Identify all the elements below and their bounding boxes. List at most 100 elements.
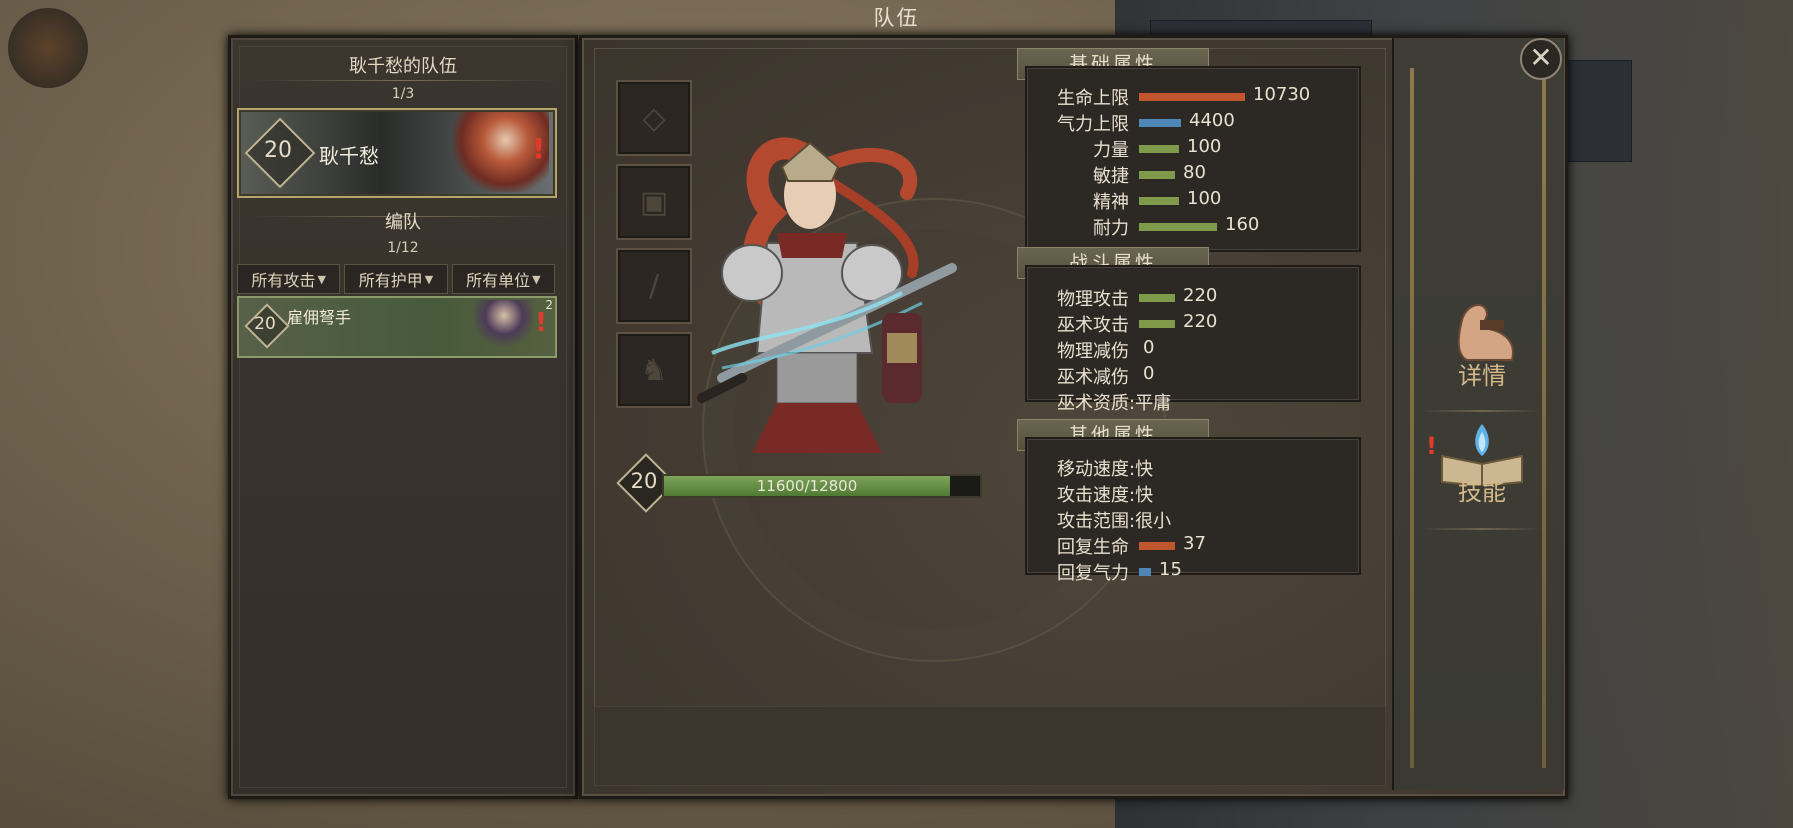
details-label: 详情: [1458, 362, 1506, 390]
team-count: 1/3: [391, 86, 415, 102]
equip-slot-helmet[interactable]: ◇: [616, 80, 692, 156]
filter-unit-label: 所有单位: [466, 271, 531, 290]
unit-alert-icon: !: [535, 308, 547, 338]
stat-value: 0: [1143, 337, 1155, 358]
sword-icon: ∕: [648, 268, 660, 304]
basic-stat-row: 精神 100: [1027, 188, 1347, 214]
skills-label: 技能: [1458, 478, 1506, 506]
stat-value: 37: [1183, 533, 1206, 554]
filter-unit-dropdown[interactable]: 所有单位 ▼: [451, 264, 555, 294]
basic-stat-row: 力量 100: [1027, 136, 1347, 162]
chevron-down-icon: ▼: [532, 272, 541, 286]
combat-stat-row: 物理减伤 0: [1027, 337, 1347, 363]
skills-button[interactable]: 技能 !: [1426, 416, 1532, 516]
gold-border: [1542, 68, 1546, 768]
stat-bar: [1139, 171, 1175, 179]
armor-icon: ▣: [639, 184, 669, 220]
stat-label: 力量: [1093, 140, 1129, 161]
stat-label: 巫术攻击: [1057, 315, 1129, 336]
skills-alert-icon: !: [1426, 432, 1437, 460]
stat-label: 回复气力: [1057, 563, 1129, 584]
stat-label: 攻击速度: [1057, 485, 1129, 506]
filter-armor-dropdown[interactable]: 所有护甲 ▼: [344, 264, 448, 294]
stat-value: :平庸: [1129, 393, 1172, 414]
basic-attributes-box: 生命上限 10730 气力上限 4400 力量 100 敏捷 80 精神 100 耐力 160: [1025, 66, 1361, 252]
filter-armor-label: 所有护甲: [358, 271, 423, 290]
separator: [1422, 528, 1542, 530]
stat-bar: [1139, 119, 1181, 127]
stat-label: 回复生命: [1057, 537, 1129, 558]
stat-value: 100: [1187, 188, 1222, 209]
stat-label: 耐力: [1093, 218, 1129, 239]
other-stat-row: 回复生命 37: [1027, 533, 1347, 559]
unit-card[interactable]: 20 雇佣弩手 2 !: [237, 296, 557, 358]
other-stat-row: 回复气力 15: [1027, 559, 1347, 585]
unit-level: 20: [254, 314, 276, 334]
stat-value: :快: [1129, 485, 1154, 506]
stat-value: 15: [1159, 559, 1182, 580]
other-stat-row: 攻击速度:快: [1027, 481, 1347, 507]
character-footer: [594, 706, 1386, 786]
formation-count: 1/12: [387, 240, 419, 256]
stat-value: 100: [1187, 136, 1222, 157]
character-panel: ◇ ▣ ∕ ♞ 20 11600/12800 基础属性 生命上限 10730 气力上…: [579, 35, 1568, 799]
character-illustration: [697, 137, 957, 453]
other-stat-row: 移动速度:快: [1027, 455, 1347, 481]
hp-bar: 11600/12800: [662, 474, 982, 498]
hero-level: 20: [264, 138, 292, 163]
equip-slot-mount[interactable]: ♞: [616, 332, 692, 408]
combat-stat-row: 巫术资质:平庸: [1027, 389, 1347, 415]
basic-stat-row: 气力上限 4400: [1027, 110, 1347, 136]
details-button[interactable]: 详情: [1432, 300, 1532, 400]
stat-bar: [1139, 93, 1245, 101]
stat-value: 10730: [1253, 84, 1311, 105]
stat-bar: [1139, 223, 1217, 231]
stat-value: 160: [1225, 214, 1260, 235]
stat-bar: [1139, 320, 1175, 328]
stat-bar: [1139, 568, 1151, 576]
combat-stat-row: 巫术减伤 0: [1027, 363, 1347, 389]
filter-attack-dropdown[interactable]: 所有攻击 ▼: [237, 264, 341, 294]
horse-icon: ♞: [640, 352, 668, 388]
stat-value: 220: [1183, 285, 1218, 306]
side-menu: 详情 技能 !: [1392, 38, 1564, 790]
stat-value: 220: [1183, 311, 1218, 332]
combat-stat-row: 物理攻击 220: [1027, 285, 1347, 311]
stat-label: 敏捷: [1093, 166, 1129, 187]
equip-slot-armor[interactable]: ▣: [616, 164, 692, 240]
stat-value: 0: [1143, 363, 1155, 384]
chevron-down-icon: ▼: [317, 272, 326, 286]
stat-bar: [1139, 197, 1179, 205]
stat-label: 物理减伤: [1057, 341, 1129, 362]
hero-name: 耿千愁: [319, 144, 379, 168]
stat-value: :很小: [1129, 511, 1172, 532]
team-panel: 耿千愁的队伍 1/3 20 耿千愁 ! 编队 1/12 所有攻击 ▼ 所有护甲 …: [228, 35, 578, 799]
close-button[interactable]: ✕: [1520, 38, 1562, 80]
formation-label: 编队: [385, 212, 421, 233]
team-title: 耿千愁的队伍: [349, 56, 457, 77]
gold-border: [1410, 68, 1414, 768]
stat-label: 巫术减伤: [1057, 367, 1129, 388]
other-stat-row: 攻击范围:很小: [1027, 507, 1347, 533]
combat-stat-row: 巫术攻击 220: [1027, 311, 1347, 337]
stat-bar: [1139, 542, 1175, 550]
stat-label: 精神: [1093, 192, 1129, 213]
stat-label: 生命上限: [1057, 88, 1129, 109]
unit-portrait: [475, 300, 533, 352]
stat-label: 气力上限: [1057, 114, 1129, 135]
stat-label: 移动速度: [1057, 459, 1129, 480]
stat-label: 物理攻击: [1057, 289, 1129, 310]
divider: [251, 80, 555, 81]
equip-slot-weapon[interactable]: ∕: [616, 248, 692, 324]
basic-stat-row: 敏捷 80: [1027, 162, 1347, 188]
stat-bar: [1139, 294, 1175, 302]
stat-label: 攻击范围: [1057, 511, 1129, 532]
stat-value: :快: [1129, 459, 1154, 480]
helmet-icon: ◇: [642, 100, 666, 136]
stat-label: 巫术资质: [1057, 393, 1129, 414]
hero-card[interactable]: 20 耿千愁 !: [237, 108, 557, 198]
chevron-down-icon: ▼: [424, 272, 434, 286]
hero-alert-icon: !: [532, 132, 545, 165]
unit-name: 雇佣弩手: [287, 308, 352, 327]
hp-text: 11600/12800: [756, 477, 858, 495]
